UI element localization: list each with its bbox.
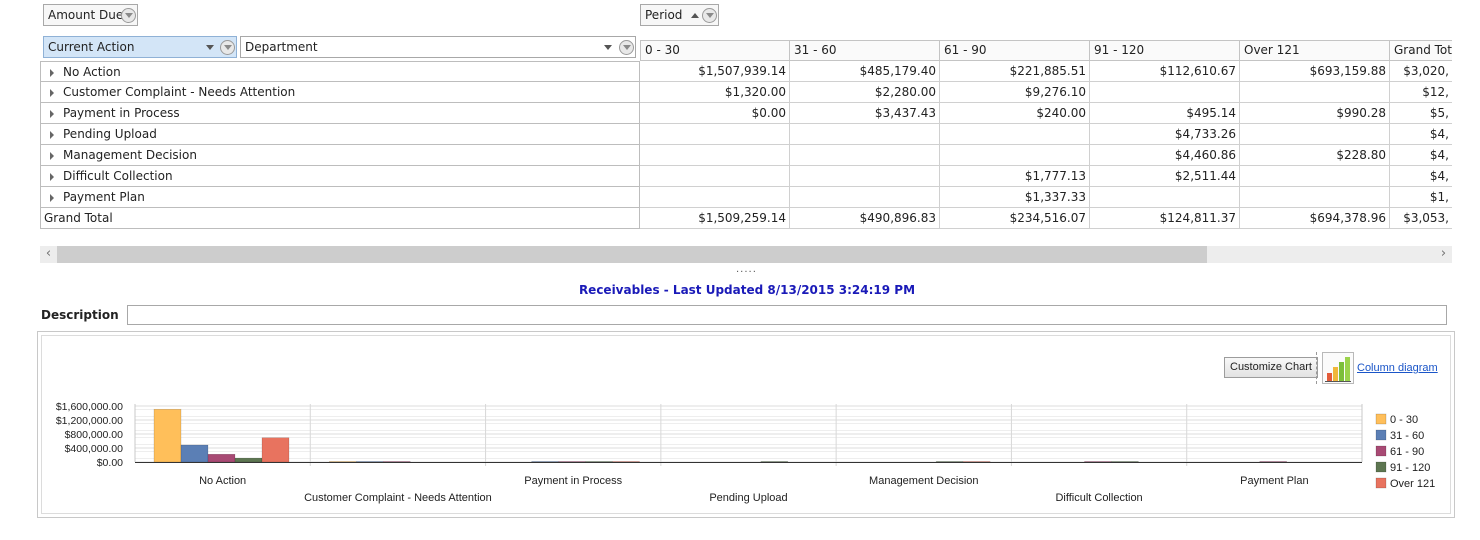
x-tick-label: Difficult Collection bbox=[1055, 492, 1142, 504]
legend-label: 91 - 120 bbox=[1390, 462, 1430, 474]
legend-label: 31 - 60 bbox=[1390, 430, 1424, 442]
y-tick-label: $1,200,000.00 bbox=[56, 415, 123, 427]
x-tick-label: No Action bbox=[199, 475, 246, 487]
y-tick-label: $400,000.00 bbox=[65, 443, 124, 455]
legend-swatch bbox=[1375, 461, 1387, 473]
legend-label: 0 - 30 bbox=[1390, 414, 1418, 426]
x-tick-label: Customer Complaint - Needs Attention bbox=[304, 492, 492, 504]
y-tick-label: $800,000.00 bbox=[65, 429, 124, 441]
x-tick-label: Payment Plan bbox=[1240, 475, 1308, 487]
bar bbox=[153, 408, 182, 463]
y-tick-label: $1,600,000.00 bbox=[56, 401, 123, 413]
bar bbox=[180, 444, 209, 463]
bar bbox=[1111, 461, 1139, 463]
bar bbox=[1259, 461, 1287, 463]
y-tick-label: $0.00 bbox=[97, 457, 123, 469]
bar bbox=[329, 461, 357, 463]
bar bbox=[962, 461, 991, 463]
legend-swatch bbox=[1375, 413, 1387, 425]
legend-label: Over 121 bbox=[1390, 478, 1435, 490]
legend-swatch bbox=[1375, 477, 1387, 489]
bar bbox=[234, 457, 263, 463]
legend-swatch bbox=[1375, 445, 1387, 457]
bar bbox=[383, 461, 411, 463]
x-tick-label: Management Decision bbox=[869, 475, 978, 487]
bar bbox=[935, 461, 964, 463]
bar bbox=[531, 461, 559, 463]
bar bbox=[612, 461, 640, 463]
legend-swatch bbox=[1375, 429, 1387, 441]
bar bbox=[261, 437, 290, 463]
x-tick-label: Pending Upload bbox=[709, 492, 787, 504]
x-tick-label: Payment in Process bbox=[524, 475, 622, 487]
bar bbox=[585, 461, 613, 463]
bar bbox=[558, 461, 586, 463]
bar bbox=[356, 461, 384, 463]
bar bbox=[1084, 461, 1112, 463]
bar bbox=[760, 461, 789, 463]
bar bbox=[207, 453, 236, 463]
legend-label: 61 - 90 bbox=[1390, 446, 1424, 458]
receivables-bar-chart: $0.00 $400,000.00 $800,000.00 $1,200,000.00… bbox=[56, 401, 1435, 504]
